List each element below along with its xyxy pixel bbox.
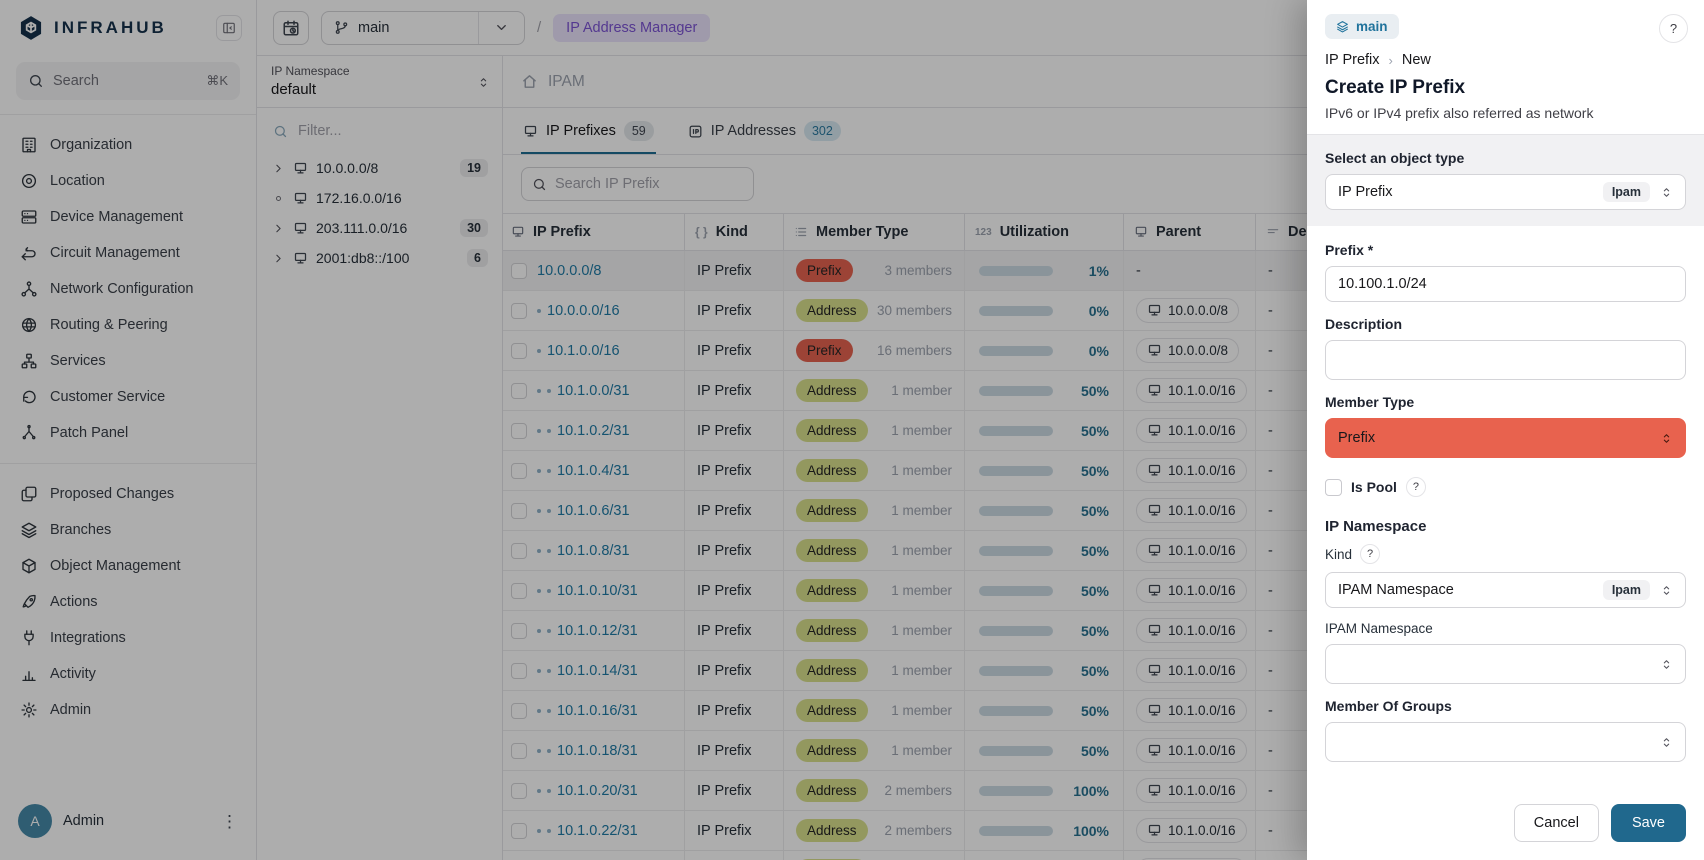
- is-pool-checkbox[interactable]: [1325, 479, 1342, 496]
- member-type-value: Prefix: [1338, 430, 1375, 446]
- prefix-label: Prefix *: [1325, 242, 1686, 258]
- is-pool-label: Is Pool: [1351, 479, 1397, 495]
- drawer-footer: Cancel Save: [1307, 790, 1704, 860]
- branch-badge[interactable]: main: [1325, 14, 1399, 39]
- drawer-form: Prefix * Description Member Type Prefix …: [1307, 226, 1704, 790]
- ip-namespace-section-title: IP Namespace: [1325, 518, 1686, 535]
- member-type-select[interactable]: Prefix: [1325, 418, 1686, 458]
- updown-chevron-icon: [1660, 658, 1673, 671]
- prefix-input[interactable]: [1338, 276, 1673, 292]
- object-type-select[interactable]: IP Prefix Ipam: [1325, 174, 1686, 210]
- object-type-section: Select an object type IP Prefix Ipam: [1307, 134, 1704, 226]
- breadcrumb-new: New: [1402, 52, 1431, 68]
- help-button[interactable]: ?: [1659, 14, 1688, 43]
- is-pool-help-button[interactable]: ?: [1406, 477, 1426, 497]
- kind-help-button[interactable]: ?: [1360, 544, 1380, 564]
- kind-label: Kind: [1325, 547, 1352, 562]
- member-type-label: Member Type: [1325, 394, 1686, 410]
- ipam-namespace-label: IPAM Namespace: [1325, 621, 1686, 636]
- cancel-button[interactable]: Cancel: [1514, 804, 1599, 842]
- description-label: Description: [1325, 316, 1686, 332]
- prefix-field: [1325, 266, 1686, 302]
- ipam-namespace-select[interactable]: [1325, 644, 1686, 684]
- object-type-label: Select an object type: [1325, 150, 1686, 166]
- layers-icon: [1336, 20, 1349, 33]
- is-pool-row: Is Pool ?: [1325, 477, 1686, 497]
- object-type-value: IP Prefix: [1338, 184, 1393, 200]
- kind-value: IPAM Namespace: [1338, 582, 1454, 598]
- chevron-right-icon: ›: [1389, 53, 1393, 68]
- kind-select[interactable]: IPAM Namespace Ipam: [1325, 572, 1686, 608]
- kind-row: Kind ?: [1325, 544, 1686, 564]
- create-ip-prefix-drawer: main ? IP Prefix › New Create IP Prefix …: [1307, 0, 1704, 860]
- drawer-breadcrumb: IP Prefix › New: [1325, 52, 1686, 68]
- updown-chevron-icon: [1660, 186, 1673, 199]
- member-of-groups-label: Member Of Groups: [1325, 698, 1686, 714]
- save-button[interactable]: Save: [1611, 804, 1686, 842]
- updown-chevron-icon: [1660, 736, 1673, 749]
- member-of-groups-select[interactable]: [1325, 722, 1686, 762]
- drawer-header: main ? IP Prefix › New Create IP Prefix …: [1307, 0, 1704, 134]
- drawer-subtitle: IPv6 or IPv4 prefix also referred as net…: [1325, 105, 1686, 134]
- updown-chevron-icon: [1660, 432, 1673, 445]
- updown-chevron-icon: [1660, 584, 1673, 597]
- description-input[interactable]: [1325, 340, 1686, 380]
- namespace-kind-badge: Ipam: [1603, 580, 1650, 600]
- branch-badge-label: main: [1356, 19, 1388, 34]
- drawer-backdrop[interactable]: [0, 0, 1307, 860]
- namespace-kind-badge: Ipam: [1603, 182, 1650, 202]
- breadcrumb-object[interactable]: IP Prefix: [1325, 52, 1380, 68]
- drawer-title: Create IP Prefix: [1325, 77, 1686, 99]
